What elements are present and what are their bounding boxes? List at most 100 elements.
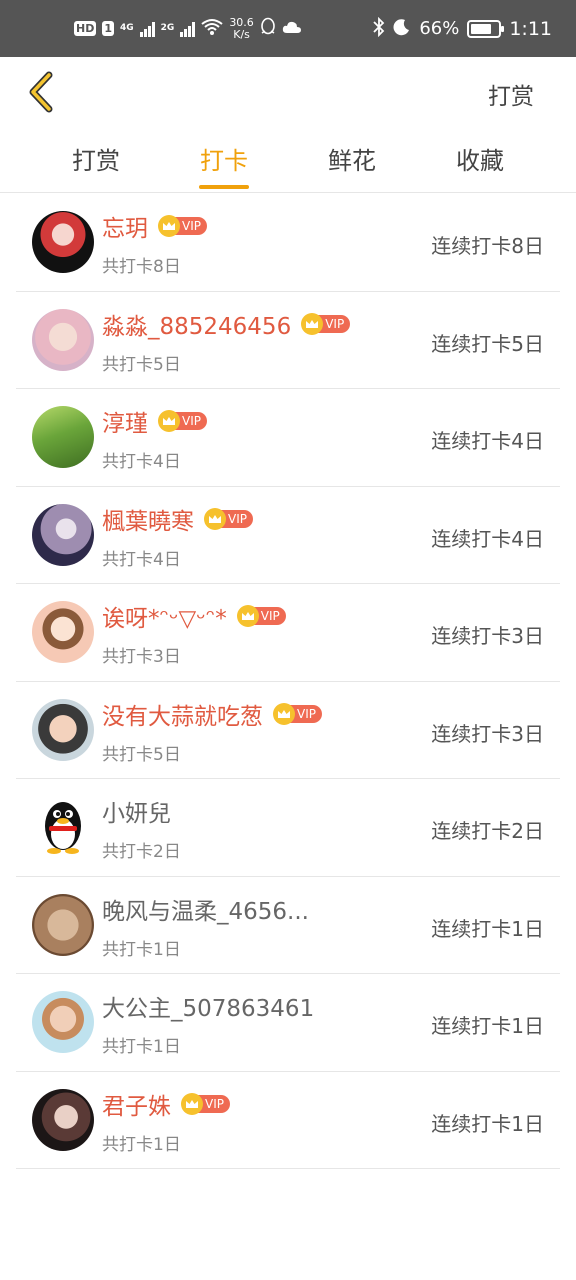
list-item[interactable]: 忘玥 VIP 共打卡8日 连续打卡8日 — [16, 194, 560, 292]
net-speed-unit: K/s — [233, 27, 250, 41]
crown-icon — [181, 1092, 203, 1115]
crown-icon — [158, 410, 180, 432]
tab-checkin[interactable]: 打卡 — [184, 141, 264, 189]
avatar — [32, 503, 94, 566]
tab-bar: 打赏 打卡 鲜花 收藏 — [0, 129, 576, 193]
reward-action-button[interactable]: 打赏 — [488, 77, 534, 111]
streak-days: 连续打卡2日 — [431, 819, 544, 843]
network-4g-label: 4G — [120, 23, 134, 33]
sim-icon: 1 — [102, 21, 114, 36]
list-item[interactable]: 大公主_507863461 共打卡1日 连续打卡1日 — [16, 974, 560, 1072]
battery-percent: 66% — [419, 18, 460, 39]
crown-icon — [301, 312, 324, 335]
total-checkins: 共打卡8日 — [102, 257, 181, 277]
name-line: 诶呀*ᵔᵕ▽ᵕᵔ* VIP — [102, 599, 286, 633]
list-item[interactable]: 晚风与温柔_4656... 共打卡1日 连续打卡1日 — [16, 877, 560, 974]
list-item[interactable]: 淼淼_885246456 VIP 共打卡5日 连续打卡5日 — [16, 292, 560, 389]
avatar — [32, 796, 94, 858]
total-checkins: 共打卡3日 — [102, 647, 181, 667]
avatar — [32, 1088, 94, 1151]
back-button[interactable] — [18, 69, 62, 115]
tab-reward[interactable]: 打赏 — [56, 141, 136, 176]
list-item[interactable]: 楓葉曉寒 VIP 共打卡4日 连续打卡4日 — [16, 487, 560, 584]
tab-flowers[interactable]: 鲜花 — [312, 141, 392, 176]
streak-days: 连续打卡4日 — [431, 526, 544, 551]
tab-label: 鲜花 — [328, 147, 376, 175]
header: 打赏 — [0, 57, 576, 129]
crown-icon — [236, 605, 259, 627]
streak-days: 连续打卡1日 — [431, 1111, 544, 1136]
list-item[interactable]: 淳瑾 VIP 共打卡4日 连续打卡4日 — [16, 389, 560, 487]
total-checkins: 共打卡4日 — [102, 549, 181, 570]
crown-icon — [204, 507, 226, 530]
network-2g-label: 2G — [160, 23, 175, 33]
status-right: 66% 1:11 — [373, 0, 552, 57]
streak-days: 连续打卡4日 — [431, 429, 544, 453]
user-name: 忘玥 — [102, 216, 148, 242]
avatar — [32, 991, 94, 1053]
name-line: 大公主_507863461 — [102, 989, 314, 1023]
signal-icon — [139, 21, 155, 37]
streak-days: 连续打卡8日 — [431, 234, 544, 258]
vip-badge: VIP — [158, 215, 207, 237]
name-line: 君子姝 VIP — [102, 1087, 230, 1121]
total-checkins: 共打卡5日 — [102, 744, 181, 765]
streak-days: 连续打卡5日 — [431, 331, 544, 356]
avatar — [32, 406, 94, 468]
total-checkins: 共打卡5日 — [102, 354, 181, 375]
user-name: 淼淼_885246456 — [102, 313, 292, 340]
streak-days: 连续打卡1日 — [431, 1014, 544, 1038]
streak-days: 连续打卡3日 — [431, 721, 544, 746]
user-name: 淳瑾 — [102, 411, 148, 437]
name-line: 没有大蒜就吃葱 VIP — [102, 697, 322, 731]
wifi-icon — [201, 18, 223, 40]
vip-badge: VIP — [301, 312, 351, 335]
list-item[interactable]: 小妍兒 共打卡2日 连续打卡2日 — [16, 779, 560, 877]
total-checkins: 共打卡2日 — [102, 842, 181, 862]
signal-icon-2 — [180, 21, 196, 37]
name-line: 晚风与温柔_4656... — [102, 892, 309, 926]
net-speed: 30.6 K/s — [229, 16, 254, 41]
penguin-icon — [45, 802, 81, 854]
total-checkins: 共打卡4日 — [102, 452, 181, 472]
user-name: 晚风与温柔_4656... — [102, 898, 309, 925]
avatar — [32, 211, 94, 273]
avatar — [32, 893, 94, 956]
user-name: 楓葉曉寒 — [102, 508, 194, 535]
vip-badge: VIP — [181, 1092, 230, 1115]
name-line: 淳瑾 VIP — [102, 404, 207, 438]
tab-label: 打卡 — [200, 147, 248, 175]
user-name: 小妍兒 — [102, 801, 171, 827]
avatar — [32, 601, 94, 663]
vip-badge: VIP — [158, 410, 207, 432]
moon-icon — [393, 18, 411, 40]
bluetooth-icon — [373, 16, 385, 41]
qq-icon — [260, 17, 276, 41]
avatar — [32, 308, 94, 371]
vip-badge: VIP — [236, 605, 286, 627]
name-line: 忘玥 VIP — [102, 209, 207, 243]
list-item[interactable]: 君子姝 VIP 共打卡1日 连续打卡1日 — [16, 1072, 560, 1169]
total-checkins: 共打卡1日 — [102, 1134, 181, 1155]
crown-icon — [273, 702, 295, 725]
crown-icon — [158, 215, 180, 237]
chevron-left-icon — [29, 71, 53, 113]
total-checkins: 共打卡1日 — [102, 1037, 181, 1057]
avatar — [32, 698, 94, 761]
battery-icon — [467, 19, 505, 38]
checkin-list: 忘玥 VIP 共打卡8日 连续打卡8日 淼淼_885246456 VIP 共打卡… — [0, 194, 576, 1169]
name-line: 楓葉曉寒 VIP — [102, 502, 253, 536]
list-item[interactable]: 没有大蒜就吃葱 VIP 共打卡5日 连续打卡3日 — [16, 682, 560, 779]
tab-active-indicator — [199, 185, 249, 189]
cloud-icon — [282, 19, 302, 38]
name-line: 淼淼_885246456 VIP — [102, 307, 351, 341]
user-name: 大公主_507863461 — [102, 996, 315, 1022]
name-line: 小妍兒 — [102, 794, 171, 828]
streak-days: 连续打卡3日 — [431, 624, 544, 648]
streak-days: 连续打卡1日 — [431, 916, 544, 941]
tab-favorites[interactable]: 收藏 — [440, 141, 520, 176]
list-item[interactable]: 诶呀*ᵔᵕ▽ᵕᵔ* VIP 共打卡3日 连续打卡3日 — [16, 584, 560, 682]
tab-label: 收藏 — [456, 147, 504, 175]
vip-badge: VIP — [204, 507, 253, 530]
status-left: HD 1 4G 2G 30.6 K/s — [74, 0, 302, 57]
